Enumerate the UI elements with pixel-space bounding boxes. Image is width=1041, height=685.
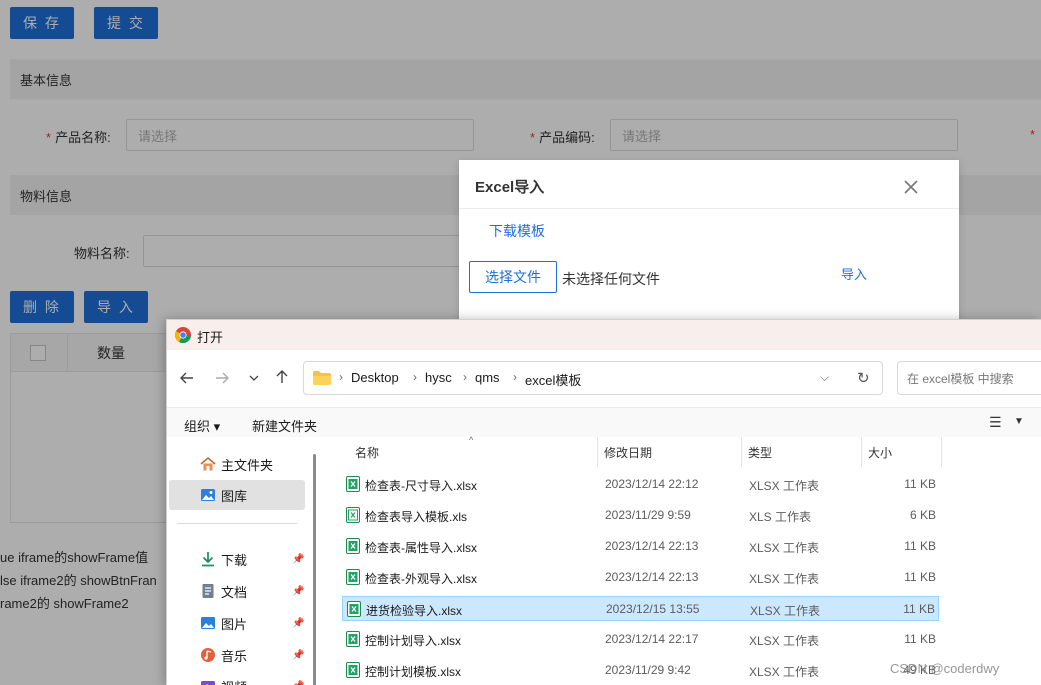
- dialog-titlebar: 打开: [167, 320, 1041, 350]
- back-arrow-icon[interactable]: [178, 369, 196, 387]
- address-dropdown-icon[interactable]: ⌵: [820, 370, 829, 385]
- chevron-right-icon: ›: [513, 370, 517, 384]
- sidebar-item-music[interactable]: 音乐 📌: [169, 640, 305, 670]
- sidebar-item-videos[interactable]: 视频 📌: [169, 671, 305, 685]
- sidebar-item-label: 图库: [221, 488, 248, 504]
- pin-icon[interactable]: 📌: [292, 554, 304, 565]
- sidebar-item-label: 主文件夹: [221, 457, 274, 473]
- import-link[interactable]: 导入: [841, 264, 867, 283]
- file-row[interactable]: 检查表-外观导入.xlsx 2023/12/14 22:13 XLSX 工作表 …: [342, 565, 939, 590]
- choose-file-button[interactable]: 选择文件: [469, 261, 557, 293]
- sort-ascending-icon: ^: [469, 435, 474, 445]
- video-icon: [201, 681, 215, 685]
- excel-file-icon: [346, 476, 360, 492]
- close-icon[interactable]: [902, 178, 920, 196]
- sidebar-item-label: 文档: [221, 584, 248, 600]
- excel-file-icon: [346, 662, 360, 678]
- refresh-icon[interactable]: ↻: [857, 369, 870, 387]
- navigation-pane: 主文件夹 图库 下载 📌 文档 📌 图片 📌 音乐 📌 视: [167, 437, 322, 685]
- sidebar-item-label: 视频: [221, 677, 247, 685]
- excel-file-icon: [346, 538, 360, 554]
- home-icon: [200, 456, 216, 471]
- sidebar-item-home[interactable]: 主文件夹: [169, 449, 305, 479]
- address-bar[interactable]: › Desktop › hysc › qms › excel模板 ⌵ ↻: [303, 361, 883, 395]
- column-divider[interactable]: [941, 437, 942, 467]
- recent-chevron-icon[interactable]: [245, 369, 263, 387]
- search-input[interactable]: 在 excel模板 中搜索: [897, 361, 1041, 395]
- chevron-right-icon: ›: [413, 370, 417, 384]
- gallery-icon: [201, 489, 215, 501]
- download-template-link[interactable]: 下载模板: [489, 221, 545, 241]
- column-divider[interactable]: [597, 437, 598, 467]
- file-row[interactable]: 控制计划导入.xlsx 2023/12/14 22:17 XLSX 工作表 11…: [342, 627, 939, 652]
- chevron-right-icon: ›: [339, 370, 343, 384]
- excel-import-modal: Excel导入 下载模板 选择文件 未选择任何文件 导入: [459, 160, 959, 335]
- column-header-name[interactable]: 名称: [355, 437, 379, 467]
- organize-menu[interactable]: 组织 ▾: [184, 416, 220, 435]
- sidebar-divider: [177, 523, 297, 524]
- file-row[interactable]: 检查表-尺寸导入.xlsx 2023/12/14 22:12 XLSX 工作表 …: [342, 472, 939, 497]
- column-divider[interactable]: [861, 437, 862, 467]
- file-row[interactable]: 检查表-属性导入.xlsx 2023/12/14 22:13 XLSX 工作表 …: [342, 534, 939, 559]
- view-list-icon[interactable]: ☰: [989, 414, 1002, 431]
- picture-icon: [201, 617, 215, 629]
- excel-file-icon: [346, 569, 360, 585]
- dialog-title: 打开: [197, 330, 224, 345]
- column-header-type[interactable]: 类型: [748, 437, 772, 467]
- column-divider[interactable]: [741, 437, 742, 467]
- chrome-icon: [175, 327, 191, 343]
- sidebar-scrollbar[interactable]: [313, 454, 316, 685]
- file-row-selected[interactable]: 进货检验导入.xlsx 2023/12/15 13:55 XLSX 工作表 11…: [342, 596, 939, 621]
- pin-icon[interactable]: 📌: [292, 586, 304, 597]
- modal-divider: [459, 208, 959, 209]
- pin-icon[interactable]: 📌: [292, 681, 304, 685]
- file-row[interactable]: 检查表导入模板.xls 2023/11/29 9:59 XLS 工作表 6 KB: [342, 503, 939, 528]
- pin-icon[interactable]: 📌: [292, 618, 304, 629]
- view-dropdown-icon[interactable]: ▼: [1014, 416, 1024, 427]
- file-list: 名称 ^ 修改日期 类型 大小 检查表-尺寸导入.xlsx 2023/12/14…: [322, 435, 1041, 685]
- download-icon: [202, 552, 214, 567]
- up-arrow-icon[interactable]: [273, 368, 291, 386]
- command-bar: 组织 ▾ 新建文件夹 ☰ ▼: [167, 407, 1041, 437]
- breadcrumb-segment[interactable]: excel模板: [525, 370, 581, 389]
- sidebar-item-label: 音乐: [221, 648, 248, 664]
- no-file-text: 未选择任何文件: [562, 271, 660, 287]
- folder-icon: [313, 371, 331, 385]
- music-icon: [201, 648, 215, 662]
- breadcrumb-segment[interactable]: Desktop: [351, 370, 399, 385]
- pin-icon[interactable]: 📌: [292, 650, 304, 661]
- excel-file-icon: [346, 507, 360, 523]
- sidebar-item-gallery[interactable]: 图库: [169, 480, 305, 510]
- sidebar-item-downloads[interactable]: 下载 📌: [169, 544, 305, 574]
- sidebar-item-pictures[interactable]: 图片 📌: [169, 608, 305, 638]
- breadcrumb-segment[interactable]: hysc: [425, 370, 452, 385]
- dialog-navbar: › Desktop › hysc › qms › excel模板 ⌵ ↻ 在 e…: [167, 350, 1041, 407]
- watermark: CSDN @coderdwy: [890, 661, 1000, 676]
- forward-arrow-icon[interactable]: [213, 369, 231, 387]
- chevron-right-icon: ›: [463, 370, 467, 384]
- file-row[interactable]: 控制计划模板.xlsx 2023/11/29 9:42 XLSX 工作表 49 …: [342, 658, 939, 683]
- file-open-dialog: 打开 › Desktop › hysc › qms › excel模板 ⌵ ↻ …: [166, 319, 1041, 685]
- sidebar-item-label: 下载: [221, 552, 248, 568]
- document-icon: [202, 584, 214, 598]
- new-folder-button[interactable]: 新建文件夹: [252, 416, 317, 435]
- sidebar-item-label: 图片: [221, 616, 248, 632]
- column-header-date[interactable]: 修改日期: [604, 437, 652, 467]
- sidebar-item-documents[interactable]: 文档 📌: [169, 576, 305, 606]
- breadcrumb-segment[interactable]: qms: [475, 370, 500, 385]
- column-header-size[interactable]: 大小: [868, 437, 892, 467]
- excel-file-icon: [346, 631, 360, 647]
- modal-title: Excel导入: [475, 179, 545, 196]
- excel-file-icon: [347, 601, 361, 617]
